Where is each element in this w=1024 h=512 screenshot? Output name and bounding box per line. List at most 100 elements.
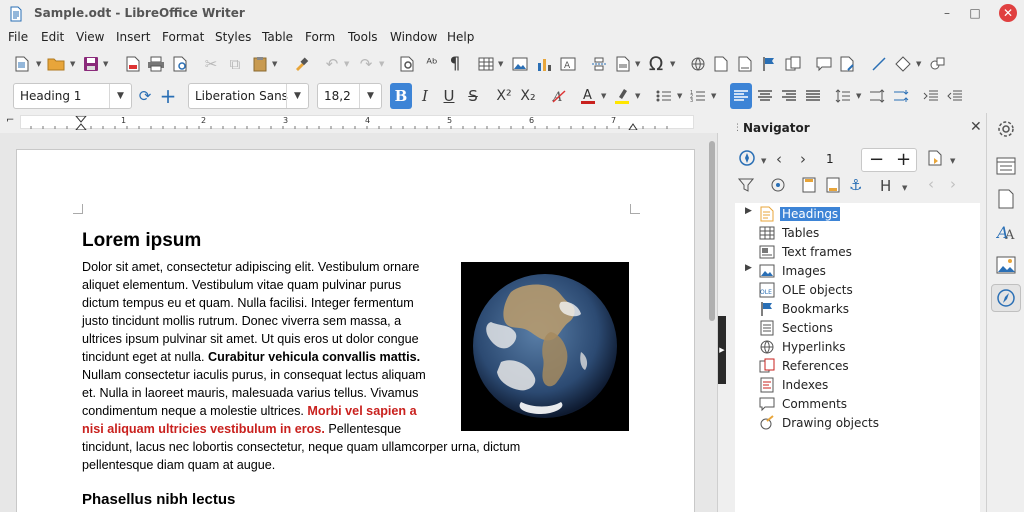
insert-table-icon[interactable]: [475, 51, 497, 77]
undo-dropdown-icon[interactable]: ▼: [344, 60, 352, 68]
subscript-button[interactable]: X₂: [517, 83, 539, 109]
basic-shapes-icon[interactable]: [892, 51, 914, 77]
navigate-by-dropdown-icon[interactable]: ▼: [761, 157, 769, 165]
horizontal-ruler[interactable]: ⌐ 1 2 3 4 5 6 7: [0, 113, 712, 131]
paste-icon[interactable]: [249, 51, 271, 77]
filter-icon[interactable]: [737, 177, 755, 197]
decrease-paragraph-spacing-icon[interactable]: [890, 83, 912, 109]
font-size-combo[interactable]: 18,2 ▼: [317, 83, 382, 109]
body-line[interactable]: Dolor sit amet, consectetur adipiscing e…: [82, 258, 419, 276]
tree-item-tables[interactable]: Tables: [759, 224, 821, 241]
heading-levels-icon[interactable]: H: [880, 177, 891, 195]
tree-item-ole-objects[interactable]: OLE OLE objects: [759, 281, 855, 298]
heading-1-text[interactable]: Lorem ipsum: [82, 230, 201, 252]
drag-mode-dropdown-icon[interactable]: ▼: [950, 157, 958, 165]
undo-icon[interactable]: ↶: [321, 51, 343, 77]
sidebar-gallery-icon[interactable]: [991, 251, 1021, 279]
draw-functions-icon[interactable]: [926, 51, 948, 77]
print-icon[interactable]: [145, 51, 167, 77]
save-dropdown-icon[interactable]: ▼: [103, 60, 111, 68]
superscript-button[interactable]: X²: [493, 83, 515, 109]
tree-item-drawing-objects[interactable]: Drawing objects: [759, 414, 881, 431]
cut-icon[interactable]: ✂: [200, 51, 222, 77]
redo-dropdown-icon[interactable]: ▼: [379, 60, 387, 68]
insert-page-break-icon[interactable]: [588, 51, 610, 77]
font-name-combo[interactable]: Liberation Sans ▼: [188, 83, 309, 109]
menu-form[interactable]: Form: [305, 30, 335, 44]
font-color-dropdown-icon[interactable]: ▼: [601, 92, 609, 100]
promote-chapter-icon[interactable]: ‹: [928, 175, 934, 193]
special-character-icon[interactable]: Ω: [645, 51, 667, 77]
menu-insert[interactable]: Insert: [116, 30, 150, 44]
body-line[interactable]: aliquet elementum. Vestibulum vitae quam…: [82, 276, 401, 294]
insert-comment-icon[interactable]: [813, 51, 835, 77]
save-icon[interactable]: [80, 51, 102, 77]
sidebar-properties-icon[interactable]: [991, 152, 1021, 180]
menu-file[interactable]: File: [8, 30, 28, 44]
insert-chart-icon[interactable]: [533, 51, 555, 77]
body-line[interactable]: tincidunt, lacus nec lobortis consectetu…: [82, 438, 520, 456]
body-line[interactable]: Nullam consectetur iaculis purus, in con…: [82, 366, 426, 384]
page-number-field[interactable]: 1: [826, 152, 834, 166]
body-line[interactable]: ultrices ipsum pulvinar sit amet. Ut qui…: [82, 330, 419, 348]
tree-item-indexes[interactable]: Indexes: [759, 376, 830, 393]
paragraph-style-combo[interactable]: Heading 1 ▼: [13, 83, 132, 109]
vertical-scrollbar[interactable]: [709, 141, 715, 321]
previous-icon[interactable]: ‹: [776, 150, 782, 168]
expand-headings-icon[interactable]: ▶: [745, 206, 752, 216]
tree-item-images[interactable]: Images: [759, 262, 828, 279]
menu-view[interactable]: View: [76, 30, 104, 44]
menu-tools[interactable]: Tools: [348, 30, 378, 44]
highlight-color-icon[interactable]: [611, 83, 633, 109]
unordered-list-icon[interactable]: [653, 83, 675, 109]
body-line[interactable]: tincidunt eget at nulla. Curabitur vehic…: [82, 348, 420, 366]
align-center-button[interactable]: [754, 83, 776, 109]
track-changes-icon[interactable]: [837, 51, 859, 77]
redo-icon[interactable]: ↷: [355, 51, 377, 77]
earth-image[interactable]: [461, 262, 629, 431]
update-style-icon[interactable]: ⟳: [134, 83, 156, 109]
tree-item-hyperlinks[interactable]: Hyperlinks: [759, 338, 848, 355]
minimize-button[interactable]: –: [938, 4, 956, 22]
find-replace-icon[interactable]: [397, 51, 419, 77]
insert-endnote-icon[interactable]: [734, 51, 756, 77]
heading-levels-dropdown-icon[interactable]: ▼: [902, 184, 910, 192]
body-line[interactable]: et. Nulla in laoreet mauris, malesuada v…: [82, 384, 418, 402]
new-dropdown-icon[interactable]: ▼: [36, 60, 44, 68]
tree-item-headings[interactable]: Headings: [759, 205, 841, 222]
justify-button[interactable]: [802, 83, 824, 109]
ordered-list-icon[interactable]: 123: [687, 83, 709, 109]
clear-formatting-icon[interactable]: A: [548, 83, 570, 109]
open-dropdown-icon[interactable]: ▼: [70, 60, 78, 68]
menu-format[interactable]: Format: [162, 30, 204, 44]
paragraph-style-dropdown-icon[interactable]: ▼: [109, 84, 131, 108]
insert-cross-reference-icon[interactable]: [782, 51, 804, 77]
increase-indent-icon[interactable]: [920, 83, 942, 109]
drag-mode-icon[interactable]: [928, 150, 944, 170]
header-icon[interactable]: [802, 177, 816, 197]
new-document-icon[interactable]: [11, 51, 33, 77]
sidebar-collapse-handle[interactable]: ▶: [718, 316, 726, 384]
menu-window[interactable]: Window: [390, 30, 437, 44]
menu-styles[interactable]: Styles: [215, 30, 251, 44]
maximize-button[interactable]: □: [966, 4, 984, 22]
footer-icon[interactable]: [826, 177, 840, 197]
body-line[interactable]: nisi aliquam ultricies vestibulum in ero…: [82, 420, 401, 438]
formatting-marks-icon[interactable]: ¶: [444, 51, 466, 77]
font-color-icon[interactable]: A: [577, 83, 599, 109]
special-char-dropdown-icon[interactable]: ▼: [670, 60, 678, 68]
line-spacing-dropdown-icon[interactable]: ▼: [856, 92, 864, 100]
body-line[interactable]: justo tincidunt mollis rutrum. Donec viv…: [82, 312, 401, 330]
print-preview-icon[interactable]: [170, 51, 192, 77]
paste-dropdown-icon[interactable]: ▼: [272, 60, 280, 68]
page-spinner[interactable]: − +: [861, 148, 917, 172]
tab-stop-type-icon[interactable]: ⌐: [6, 115, 14, 126]
underline-button[interactable]: U: [438, 83, 460, 109]
insert-line-icon[interactable]: [868, 51, 890, 77]
new-style-icon[interactable]: +: [157, 83, 179, 109]
close-navigator-icon[interactable]: ✕: [970, 119, 982, 135]
sidebar-navigator-icon[interactable]: [991, 284, 1021, 312]
tree-item-references[interactable]: References: [759, 357, 851, 374]
heading-2-text[interactable]: Phasellus nibh lectus: [82, 491, 235, 508]
tree-item-comments[interactable]: Comments: [759, 395, 849, 412]
